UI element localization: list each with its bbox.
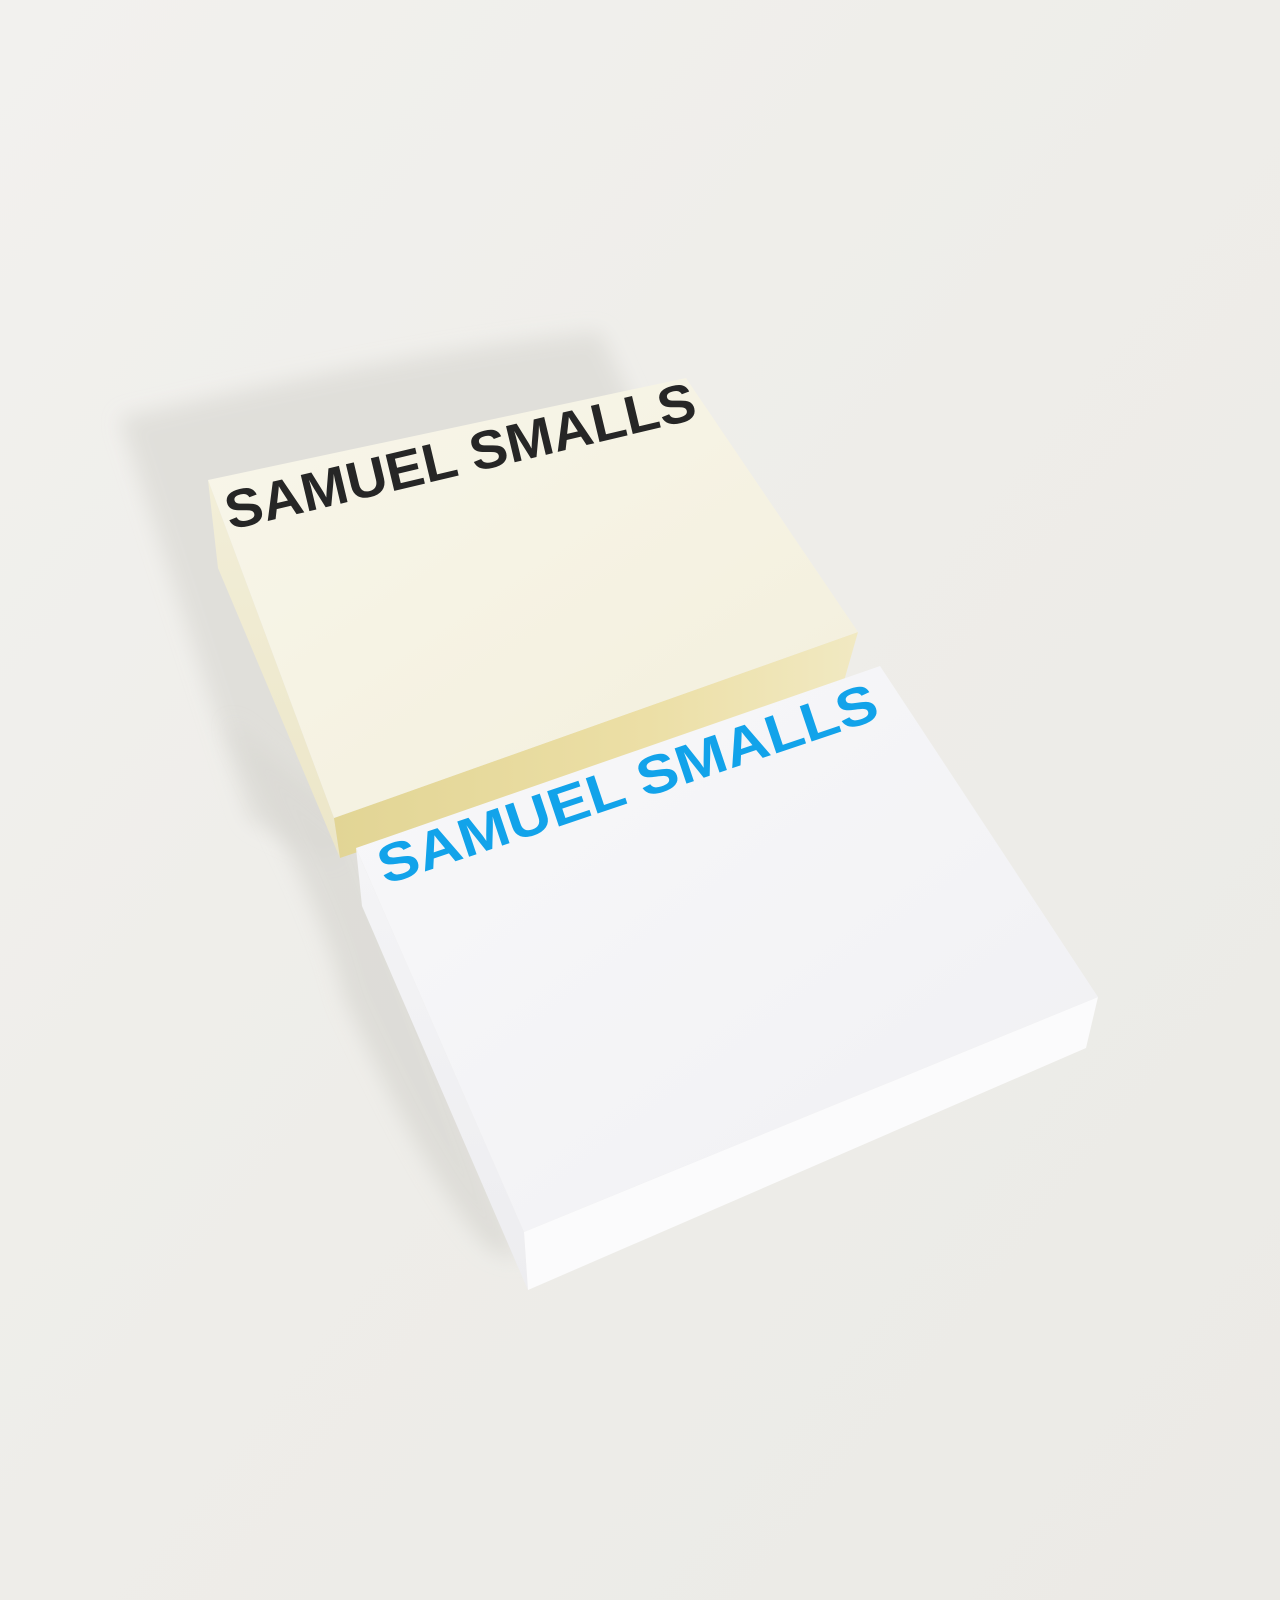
product-photo: SAMUEL SMALLS SAMUEL SMALLS [0, 0, 1280, 1600]
